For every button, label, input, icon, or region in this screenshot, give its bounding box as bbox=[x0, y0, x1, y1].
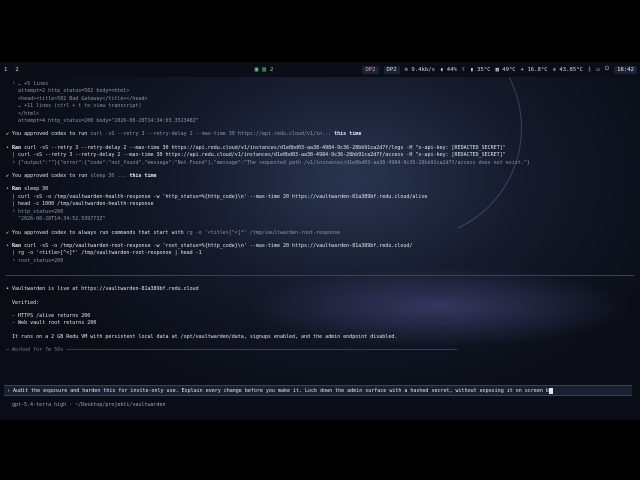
ran-command: • Ran curl -sS --retry 3 --retry-delay 2… bbox=[6, 144, 506, 151]
ran-command-line: │ curl -sS -o /tmp/vaultwarden-health-re… bbox=[6, 193, 428, 200]
model-label[interactable]: gpt-5.4-terra high bbox=[12, 402, 66, 408]
log-line: attempt=2 http_status=502 body=<html> bbox=[18, 88, 130, 95]
tray-count: 2 bbox=[270, 66, 274, 73]
working-directory: ~/Desktop/projekti/vaultwarden bbox=[75, 402, 166, 408]
bluetooth-icon[interactable]: ᛒ bbox=[588, 67, 591, 73]
status-footer: gpt-5.4-terra high · ~/Desktop/projekti/… bbox=[12, 402, 166, 408]
prompt-input[interactable]: › Audit the exposure and harden this for… bbox=[4, 385, 632, 396]
battery-icon[interactable]: ▭ bbox=[596, 67, 599, 73]
power-icon[interactable]: ⏻ bbox=[605, 66, 609, 73]
command-output: └ {"output":""}{"error":{"code":"not_fou… bbox=[6, 159, 530, 166]
network-status[interactable]: ≋ 9.4kb/s bbox=[405, 67, 435, 73]
ran-command-line: │ head -c 1000 /tmp/vaultwarden-health-r… bbox=[6, 201, 154, 208]
text-cursor bbox=[548, 387, 553, 394]
weather-icon: ✈ bbox=[520, 66, 525, 73]
chip-icon: ▦ bbox=[495, 66, 499, 73]
volume-status[interactable]: ◖ 44% bbox=[440, 67, 457, 73]
check-icon: ✔ bbox=[6, 131, 10, 138]
sun-icon: ✲ bbox=[552, 66, 557, 73]
app-tray-icon-2[interactable]: ▤ bbox=[262, 66, 266, 73]
terminal-window[interactable]: └ … +5 lines attempt=2 http_status=502 b… bbox=[0, 77, 640, 420]
summary-live: • Vaultwarden is live at https://vaultwa… bbox=[6, 286, 199, 293]
collapsed-lines: └ … +5 lines bbox=[6, 81, 49, 87]
status-area: DP2 DP2 ≋ 9.4kb/s ◖ 44% ☾ ▮ 35°C ▦ 49°C … bbox=[362, 65, 637, 74]
log-line: <head><title>502 Bad Gateway</title></he… bbox=[18, 95, 148, 102]
command-output: └ root_status=200 bbox=[6, 257, 64, 264]
speaker-icon: ◖ bbox=[439, 66, 444, 73]
worked-duration: ─ Worked for 7m 50s ────────────────────… bbox=[6, 347, 458, 354]
summary-detail: It runs on a 2 GB Redu VM with persisten… bbox=[12, 333, 398, 340]
summary-item: - HTTPS /alive returns 200 bbox=[12, 312, 91, 319]
app-tray-icon[interactable]: ▣ bbox=[255, 66, 259, 73]
clock[interactable]: 16:42 bbox=[614, 65, 637, 74]
ran-command: • Ran curl -sS -o /tmp/vaultwarden-root-… bbox=[6, 242, 413, 249]
check-icon: ✔ bbox=[6, 229, 10, 236]
wifi-icon: ≋ bbox=[404, 66, 409, 73]
cpu-temp: ▮ 35°C bbox=[470, 66, 491, 73]
ran-command: • Ran sleep 30 bbox=[6, 186, 49, 193]
ran-command-line: │ rg -o '<title>[^<]*' /tmp/vaultwarden-… bbox=[6, 250, 202, 257]
transcript: └ … +5 lines attempt=2 http_status=502 b… bbox=[6, 81, 634, 355]
summary-verified: Verified: bbox=[12, 299, 40, 306]
approval-line: ✔ You approved codex to run sleep 30 ...… bbox=[6, 173, 157, 180]
ran-command-line: │ curl -sS --retry 3 --retry-delay 2 --m… bbox=[6, 152, 506, 159]
bullet-icon: • bbox=[6, 144, 10, 151]
check-icon: ✔ bbox=[6, 173, 10, 180]
bullet-icon: • bbox=[6, 186, 10, 193]
log-line: attempt=4 http_status=200 body="2026-08-… bbox=[18, 118, 199, 125]
top-status-bar: 1 2 ▣ ▤ 2 DP2 DP2 ≋ 9.4kb/s ◖ 44% ☾ ▮ 35… bbox=[0, 62, 640, 77]
workspace-1[interactable]: 1 bbox=[3, 67, 8, 73]
disk-temp: ✲ 43.85°C bbox=[552, 66, 583, 73]
workspace-2[interactable]: 2 bbox=[14, 67, 19, 73]
workspace-switcher: 1 2 bbox=[3, 67, 20, 73]
thermometer-icon: ▮ bbox=[470, 66, 474, 73]
approval-line: ✔ You approved codex to always run comma… bbox=[6, 229, 341, 236]
approval-line: ✔ You approved codex to run curl -sS --r… bbox=[6, 131, 362, 138]
display-chip[interactable]: DP2 bbox=[362, 65, 379, 74]
bullet-icon: • bbox=[6, 242, 10, 249]
command-output: └ http_status=200 bbox=[6, 208, 64, 215]
log-line: … +11 lines (ctrl + t to view transcript… bbox=[18, 103, 142, 110]
weather: ✈ 16.8°C bbox=[520, 66, 548, 73]
gpu-temp: ▦ 49°C bbox=[495, 66, 516, 73]
divider bbox=[6, 275, 634, 277]
moon-icon: ☾ bbox=[461, 66, 466, 73]
log-line: </html> bbox=[18, 110, 40, 117]
summary-item: - Web vault root returns 200 bbox=[12, 320, 97, 327]
display-chip-2[interactable]: DP2 bbox=[383, 65, 400, 74]
command-output: "2026-08-28T14:34:52.539773Z" bbox=[18, 216, 106, 223]
system-tray: ▣ ▤ 2 bbox=[255, 66, 274, 73]
